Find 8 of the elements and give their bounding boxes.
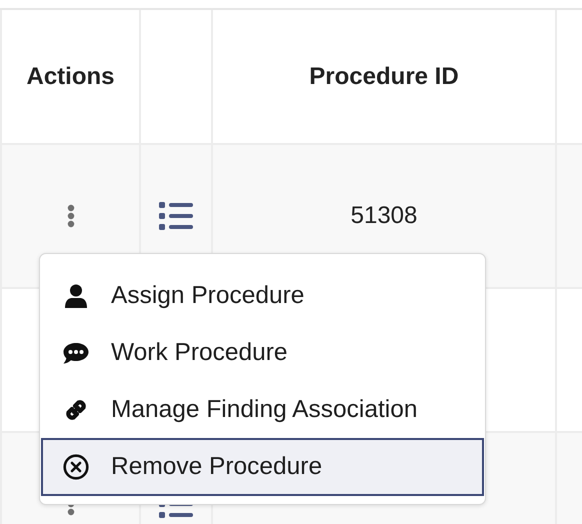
- speech-bubble-icon: [63, 342, 89, 364]
- remove-icon: [63, 454, 89, 480]
- list-icon[interactable]: [158, 202, 194, 230]
- menu-item[interactable]: Manage Finding Association: [41, 381, 484, 438]
- menu-item[interactable]: Work Procedure: [41, 324, 484, 381]
- person-icon: [63, 284, 89, 308]
- menu-item[interactable]: Remove Procedure: [41, 438, 484, 496]
- more-options-button[interactable]: [66, 204, 74, 228]
